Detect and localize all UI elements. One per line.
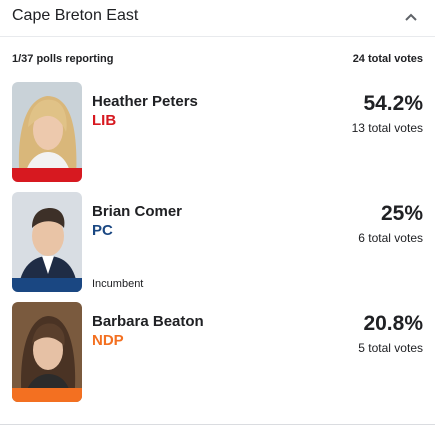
riding-name: Cape Breton East (12, 7, 139, 24)
candidate-row: Heather Peters LIB 54.2% 13 total votes (0, 82, 435, 184)
party-color-bar (12, 168, 82, 182)
candidate-row: Brian Comer PC Incumbent 25% 6 total vot… (0, 192, 435, 294)
chevron-up-icon[interactable] (403, 10, 419, 24)
candidate-name: Brian Comer (92, 203, 183, 220)
candidate-photo (12, 82, 82, 182)
vote-percent: 54.2% (363, 92, 423, 115)
candidate-name: Barbara Beaton (92, 313, 204, 330)
vote-count: 6 total votes (358, 231, 423, 245)
candidate-photo (12, 192, 82, 292)
incumbent-label: Incumbent (92, 278, 144, 290)
polls-reporting: 1/37 polls reporting (12, 53, 114, 65)
candidate-photo (12, 302, 82, 402)
vote-percent: 25% (380, 202, 423, 225)
vote-count: 13 total votes (351, 121, 423, 135)
vote-count: 5 total votes (358, 341, 423, 355)
vote-percent: 20.8% (363, 312, 423, 335)
party-color-bar (12, 388, 82, 402)
results-summary: 1/37 polls reporting 24 total votes (0, 53, 435, 69)
party-color-bar (12, 278, 82, 292)
bottom-divider (0, 424, 435, 425)
header-divider (0, 36, 435, 37)
total-votes: 24 total votes (352, 53, 423, 65)
candidate-party: LIB (92, 112, 117, 129)
candidate-party: NDP (92, 332, 124, 349)
results-header[interactable]: Cape Breton East (0, 0, 435, 36)
candidate-party: PC (92, 222, 113, 239)
candidate-name: Heather Peters (92, 93, 198, 110)
candidate-row: Barbara Beaton NDP 20.8% 5 total votes (0, 302, 435, 404)
